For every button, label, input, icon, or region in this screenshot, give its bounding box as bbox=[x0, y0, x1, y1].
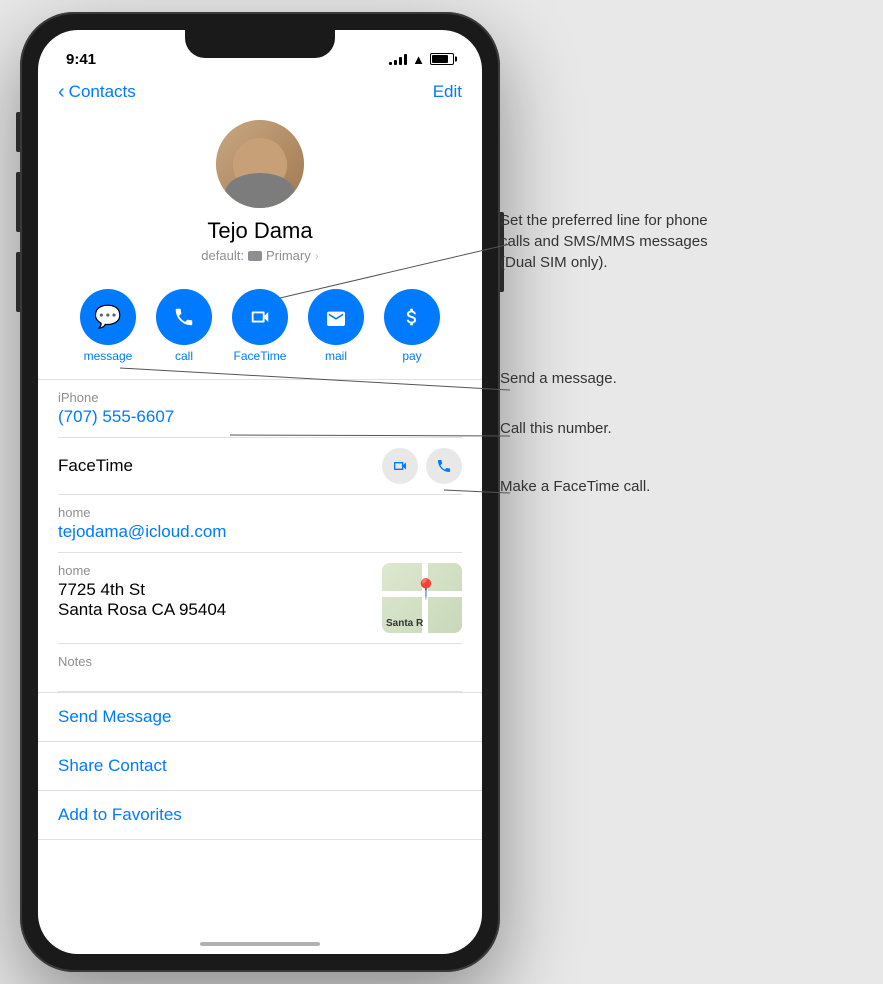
address-line1: 7725 4th St bbox=[58, 580, 226, 600]
sim-icon bbox=[248, 251, 262, 261]
map-background: 📍 Santa R bbox=[382, 563, 462, 633]
signal-bar-1 bbox=[389, 62, 392, 65]
contact-header: Tejo Dama default: Primary › bbox=[38, 110, 482, 279]
address-row: home 7725 4th St Santa Rosa CA 95404 📍 S… bbox=[58, 553, 462, 644]
battery-fill bbox=[432, 55, 448, 63]
back-button[interactable]: ‹ Contacts bbox=[58, 82, 136, 102]
phone-number[interactable]: (707) 555-6607 bbox=[58, 407, 462, 427]
notch bbox=[185, 30, 335, 58]
default-line-row[interactable]: default: Primary › bbox=[201, 248, 318, 263]
email-row: home tejodama@icloud.com bbox=[58, 495, 462, 553]
mail-button-label: mail bbox=[325, 349, 347, 363]
volume-up-button bbox=[16, 172, 20, 232]
battery-icon bbox=[430, 53, 454, 65]
message-icon-circle: 💬 bbox=[80, 289, 136, 345]
message-button-label: message bbox=[84, 349, 133, 363]
status-time: 9:41 bbox=[66, 51, 96, 68]
annotations: Set the preferred line for phone calls a… bbox=[500, 0, 840, 984]
pay-button-label: pay bbox=[402, 349, 421, 363]
send-message-label: Send Message bbox=[58, 707, 171, 726]
back-chevron-icon: ‹ bbox=[58, 82, 65, 102]
share-contact-label: Share Contact bbox=[58, 756, 167, 775]
call-number-annotation-text: Call this number. bbox=[500, 420, 612, 437]
email-value[interactable]: tejodama@icloud.com bbox=[58, 522, 462, 542]
home-indicator bbox=[200, 942, 320, 946]
facetime-icon-circle bbox=[232, 289, 288, 345]
call-number-annotation: Call this number. bbox=[500, 418, 680, 439]
default-line-value: Primary bbox=[266, 248, 311, 263]
action-buttons: 💬 message call bbox=[38, 279, 482, 379]
phone-frame: 9:41 ▲ ‹ Con bbox=[20, 12, 500, 972]
address-label: home bbox=[58, 563, 226, 578]
phone-row: iPhone (707) 555-6607 bbox=[58, 380, 462, 438]
status-icons: ▲ bbox=[389, 52, 454, 67]
scene: 9:41 ▲ ‹ Con bbox=[0, 0, 883, 984]
mail-icon-circle bbox=[308, 289, 364, 345]
mute-button bbox=[16, 112, 20, 152]
scroll-content[interactable]: Tejo Dama default: Primary › 💬 message bbox=[38, 110, 482, 946]
facetime-action-icons bbox=[382, 448, 462, 484]
email-label: home bbox=[58, 505, 462, 520]
facetime-video-button[interactable] bbox=[382, 448, 418, 484]
map-pin-icon: 📍 bbox=[414, 577, 439, 602]
avatar bbox=[216, 120, 304, 208]
pay-action-button[interactable]: pay bbox=[384, 289, 440, 363]
notes-row: Notes bbox=[58, 644, 462, 692]
facetime-annotation: Make a FaceTime call. bbox=[500, 476, 700, 497]
mail-action-button[interactable]: mail bbox=[308, 289, 364, 363]
call-action-button[interactable]: call bbox=[156, 289, 212, 363]
signal-bar-2 bbox=[394, 60, 397, 65]
phone-screen: 9:41 ▲ ‹ Con bbox=[38, 30, 482, 954]
contact-name: Tejo Dama bbox=[207, 218, 312, 244]
facetime-button-label: FaceTime bbox=[234, 349, 287, 363]
share-contact-link[interactable]: Share Contact bbox=[38, 742, 482, 791]
send-message-annotation-text: Send a message. bbox=[500, 370, 617, 387]
pay-icon-circle bbox=[384, 289, 440, 345]
wifi-icon: ▲ bbox=[412, 52, 425, 67]
avatar-image bbox=[216, 120, 304, 208]
nav-bar: ‹ Contacts Edit bbox=[38, 74, 482, 110]
address-line2: Santa Rosa CA 95404 bbox=[58, 600, 226, 620]
edit-button[interactable]: Edit bbox=[433, 82, 462, 102]
chevron-right-icon: › bbox=[315, 249, 319, 263]
message-action-button[interactable]: 💬 message bbox=[80, 289, 136, 363]
dual-sim-annotation-text: Set the preferred line for phone calls a… bbox=[500, 212, 708, 271]
facetime-label: FaceTime bbox=[58, 456, 133, 476]
send-message-annotation: Send a message. bbox=[500, 368, 680, 389]
avatar-body bbox=[225, 173, 295, 208]
info-section: iPhone (707) 555-6607 FaceTime bbox=[38, 380, 482, 692]
notes-label: Notes bbox=[58, 654, 462, 669]
dual-sim-annotation: Set the preferred line for phone calls a… bbox=[500, 210, 720, 273]
default-line-label: default: bbox=[201, 248, 244, 263]
map-thumbnail[interactable]: 📍 Santa R bbox=[382, 563, 462, 633]
volume-down-button bbox=[16, 252, 20, 312]
facetime-row: FaceTime bbox=[58, 438, 462, 495]
phone-label: iPhone bbox=[58, 390, 462, 405]
signal-bar-3 bbox=[399, 57, 402, 65]
map-city-label: Santa R bbox=[386, 618, 423, 629]
signal-bars-icon bbox=[389, 53, 407, 65]
signal-bar-4 bbox=[404, 54, 407, 65]
back-label: Contacts bbox=[69, 82, 136, 102]
facetime-audio-button[interactable] bbox=[426, 448, 462, 484]
call-icon-circle bbox=[156, 289, 212, 345]
facetime-action-button[interactable]: FaceTime bbox=[232, 289, 288, 363]
call-button-label: call bbox=[175, 349, 193, 363]
add-to-favorites-link[interactable]: Add to Favorites bbox=[38, 791, 482, 840]
add-to-favorites-label: Add to Favorites bbox=[58, 805, 182, 824]
send-message-link[interactable]: Send Message bbox=[38, 693, 482, 742]
facetime-annotation-text: Make a FaceTime call. bbox=[500, 478, 650, 495]
